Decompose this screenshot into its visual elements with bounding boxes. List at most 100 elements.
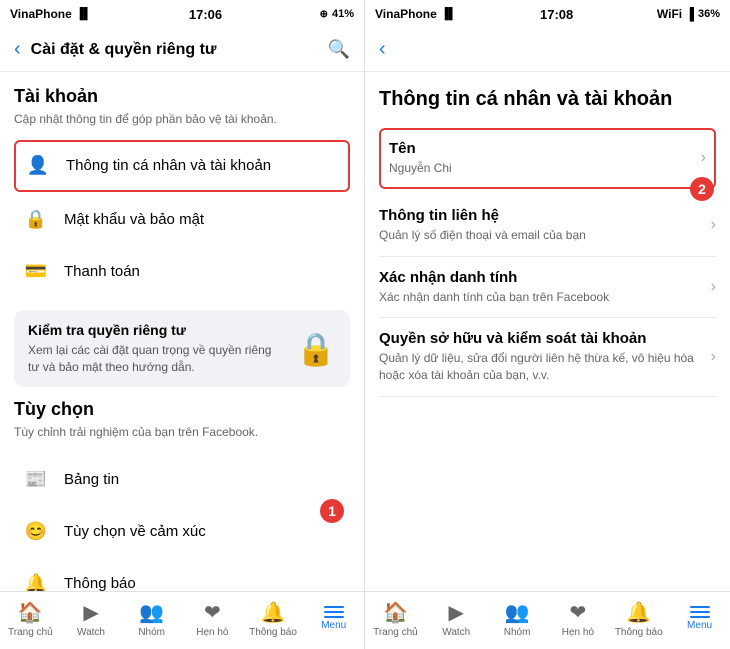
notifications-nav-icon-left: 🔔 (261, 600, 286, 625)
menu-item-payment[interactable]: 💳 Thanh toán (14, 246, 350, 298)
nav-dating-left[interactable]: ❤ Hẹn hò (182, 592, 243, 649)
groups-label-right: Nhóm (504, 627, 531, 638)
battery-right: 36% (698, 8, 720, 20)
newsfeed-icon: 📰 (20, 463, 52, 495)
left-panel: VinaPhone ▐▌ 17:06 ⊕ 41% ‹ Cài đặt & quy… (0, 0, 365, 649)
watch-label-right: Watch (442, 627, 470, 638)
notifications-nav-icon-right: 🔔 (626, 600, 651, 625)
menu-item-notifications-label: Thông báo (64, 575, 136, 591)
dating-icon-left: ❤ (204, 600, 221, 625)
list-item-identity-title: Xác nhận danh tính (379, 269, 609, 286)
groups-icon-right: 👥 (505, 600, 530, 625)
menu-item-password[interactable]: 🔒 Mật khẩu và bảo mật (14, 194, 350, 246)
list-item-name-title: Tên (389, 140, 452, 157)
list-item-contact[interactable]: Thông tin liên hệ Quản lý số điện thoại … (379, 195, 716, 257)
menu-lines-left (324, 606, 344, 618)
location-icon: ⊕ (320, 9, 328, 20)
chevron-identity: › (711, 278, 716, 296)
list-item-contact-title: Thông tin liên hệ (379, 207, 586, 224)
right-panel-title: Thông tin cá nhân và tài khoản (379, 86, 716, 112)
watch-icon-left: ▶ (83, 600, 98, 625)
nav-home-right[interactable]: 🏠 Trang chủ (365, 592, 426, 649)
left-content: Tài khoản Cập nhật thông tin để góp phần… (0, 72, 364, 591)
dating-label-left: Hẹn hò (196, 627, 228, 638)
list-item-identity-content: Xác nhận danh tính Xác nhận danh tính củ… (379, 269, 609, 306)
menu-line-1 (324, 606, 344, 608)
search-button-left[interactable]: 🔍 (328, 39, 350, 60)
home-label-right: Trang chủ (373, 627, 418, 638)
menu-line-3 (324, 616, 344, 618)
label-badge-1: 1 (320, 499, 344, 523)
nav-notifications-right[interactable]: 🔔 Thông báo (608, 592, 669, 649)
nav-menu-right[interactable]: Menu (669, 592, 730, 649)
list-item-ownership[interactable]: Quyền sở hữu và kiểm soát tài khoản Quản… (379, 318, 716, 397)
right-content: Thông tin cá nhân và tài khoản Tên Nguyễ… (365, 72, 730, 591)
account-section: Tài khoản Cập nhật thông tin để góp phần… (14, 86, 350, 298)
home-icon-right: 🏠 (383, 600, 408, 625)
groups-label-left: Nhóm (138, 627, 165, 638)
list-item-ownership-sub: Quản lý dữ liệu, sửa đổi người liên hệ t… (379, 350, 703, 384)
notifications-icon: 🔔 (20, 567, 52, 591)
list-item-contact-content: Thông tin liên hệ Quản lý số điện thoại … (379, 207, 586, 244)
groups-icon-left: 👥 (139, 600, 164, 625)
nav-home-left[interactable]: 🏠 Trang chủ (0, 592, 61, 649)
time-left: 17:06 (189, 7, 222, 22)
status-bar-right: VinaPhone ▐▌ 17:08 WiFi ▐ 36% (365, 0, 730, 28)
nav-watch-left[interactable]: ▶ Watch (61, 592, 122, 649)
menu-lines-right (690, 606, 710, 618)
back-button-left[interactable]: ‹ (14, 38, 21, 61)
menu-item-emotions[interactable]: 😊 Tùy chọn về cảm xúc (14, 505, 350, 557)
menu-item-personal-info[interactable]: 👤 Thông tin cá nhân và tài khoản (14, 140, 350, 192)
menu-line-r3 (690, 616, 710, 618)
menu-item-newsfeed-label: Bảng tin (64, 471, 119, 488)
nav-groups-right[interactable]: 👥 Nhóm (487, 592, 548, 649)
privacy-card-title: Kiểm tra quyền riêng tư (28, 322, 284, 338)
menu-item-notifications[interactable]: 🔔 Thông báo (14, 557, 350, 591)
list-item-identity-sub: Xác nhận danh tính của bạn trên Facebook (379, 289, 609, 306)
nav-menu-left[interactable]: Menu (303, 592, 364, 649)
wifi-icon-right: WiFi ▐ (657, 7, 694, 21)
status-right-right: WiFi ▐ 36% (657, 7, 720, 21)
privacy-card-sub: Xem lại các cài đặt quan trọng về quyền … (28, 342, 284, 376)
privacy-check-card[interactable]: Kiểm tra quyền riêng tư Xem lại các cài … (14, 310, 350, 388)
nav-dating-right[interactable]: ❤ Hẹn hò (547, 592, 608, 649)
list-item-name-sub: Nguyễn Chi (389, 160, 452, 177)
account-section-sub: Cập nhật thông tin để góp phần bảo vệ tà… (14, 111, 350, 128)
home-icon-left: 🏠 (18, 600, 43, 625)
nav-title-left: Cài đặt & quyền riêng tư (31, 41, 328, 59)
list-item-contact-sub: Quản lý số điện thoại và email của bạn (379, 227, 586, 244)
nav-watch-right[interactable]: ▶ Watch (426, 592, 487, 649)
list-item-ownership-content: Quyền sở hữu và kiểm soát tài khoản Quản… (379, 330, 703, 384)
menu-line-r2 (690, 611, 710, 613)
nav-groups-left[interactable]: 👥 Nhóm (121, 592, 182, 649)
bottom-nav-left: 🏠 Trang chủ ▶ Watch 👥 Nhóm ❤ Hẹn hò 🔔 Th… (0, 591, 364, 649)
dating-label-right: Hẹn hò (562, 627, 594, 638)
list-item-name[interactable]: Tên Nguyễn Chi › (379, 128, 716, 189)
bottom-nav-right: 🏠 Trang chủ ▶ Watch 👥 Nhóm ❤ Hẹn hò 🔔 Th… (365, 591, 730, 649)
nav-notifications-left[interactable]: 🔔 Thông báo (243, 592, 304, 649)
status-left: VinaPhone ▐▌ (10, 7, 91, 21)
carrier-left: VinaPhone (10, 7, 72, 21)
right-panel: VinaPhone ▐▌ 17:08 WiFi ▐ 36% ‹ Thông ti… (365, 0, 730, 649)
emotions-icon: 😊 (20, 515, 52, 547)
notifications-nav-label-left: Thông báo (249, 627, 297, 638)
home-label-left: Trang chủ (8, 627, 53, 638)
status-left-right: VinaPhone ▐▌ (375, 7, 456, 21)
back-button-right[interactable]: ‹ (379, 38, 386, 61)
options-section-title: Tùy chọn (14, 399, 350, 420)
options-section: Tùy chọn Tùy chỉnh trải nghiệm của bạn t… (14, 399, 350, 591)
list-item-name-content: Tên Nguyễn Chi (389, 140, 452, 177)
menu-line-2 (324, 611, 344, 613)
menu-item-password-label: Mật khẩu và bảo mật (64, 211, 204, 228)
label-badge-2: 2 (690, 177, 714, 201)
menu-item-emotions-label: Tùy chọn về cảm xúc (64, 523, 206, 540)
menu-item-newsfeed[interactable]: 📰 Bảng tin (14, 453, 350, 505)
battery-left: 41% (332, 8, 354, 20)
watch-icon-right: ▶ (449, 600, 464, 625)
signal-icon-left: ▐▌ (76, 8, 92, 20)
list-item-identity[interactable]: Xác nhận danh tính Xác nhận danh tính củ… (379, 257, 716, 319)
time-right: 17:08 (540, 7, 573, 22)
privacy-lock-icon: 🔒 (296, 330, 336, 368)
menu-line-r1 (690, 606, 710, 608)
chevron-name: › (701, 149, 706, 167)
